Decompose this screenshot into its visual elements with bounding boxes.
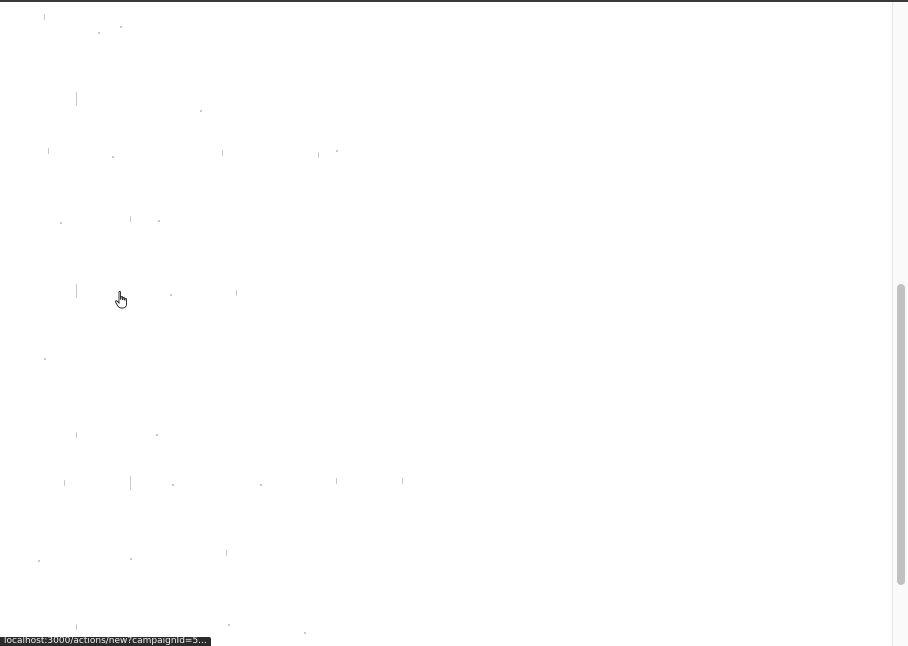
faint-text-mark <box>156 434 158 436</box>
faint-text-mark <box>336 150 338 152</box>
faint-text-mark <box>76 432 77 438</box>
faint-text-mark <box>260 484 262 486</box>
faint-text-mark <box>76 624 77 630</box>
faint-text-mark <box>170 294 172 296</box>
page-content <box>0 2 893 646</box>
faint-text-mark <box>304 632 306 634</box>
faint-text-mark <box>38 560 40 562</box>
browser-viewport: localhost:3000/actions/new?campaignId=5.… <box>0 0 908 646</box>
faint-text-mark <box>236 290 237 296</box>
faint-text-mark <box>64 480 65 486</box>
faint-text-mark <box>200 110 202 112</box>
faint-text-mark <box>44 14 45 20</box>
faint-text-mark <box>222 150 223 156</box>
faint-text-mark <box>228 624 230 626</box>
status-bar-url: localhost:3000/actions/new?campaignId=5.… <box>0 637 211 646</box>
faint-text-mark <box>130 216 131 222</box>
scrollbar-thumb[interactable] <box>897 284 905 585</box>
faint-text-mark <box>130 476 131 490</box>
faint-text-mark <box>44 358 46 360</box>
faint-text-mark <box>336 478 337 484</box>
faint-text-mark <box>226 550 227 556</box>
faint-text-mark <box>76 92 77 106</box>
faint-text-mark <box>120 26 122 28</box>
faint-text-mark <box>172 484 174 486</box>
faint-text-mark <box>112 156 114 158</box>
faint-text-mark <box>130 558 132 560</box>
hand-pointer-icon <box>114 291 130 309</box>
faint-text-mark <box>48 148 49 154</box>
faint-text-mark <box>402 478 403 484</box>
faint-text-mark <box>158 220 160 222</box>
faint-text-mark <box>318 152 319 158</box>
faint-text-mark <box>60 222 62 224</box>
faint-text-mark <box>76 284 77 298</box>
faint-text-mark <box>98 32 100 34</box>
